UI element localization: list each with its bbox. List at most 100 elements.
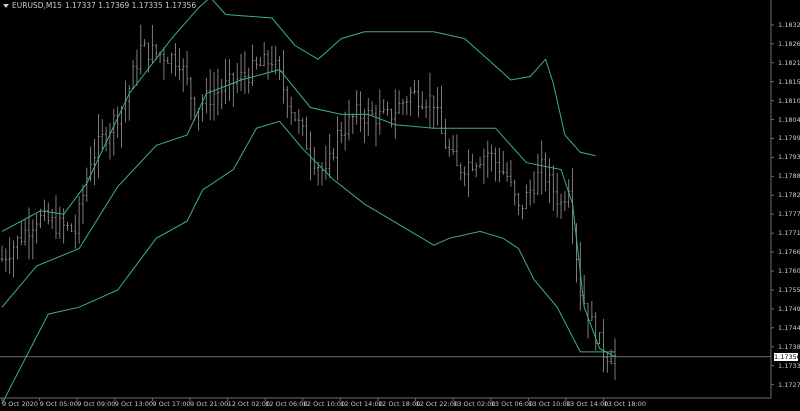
price-bar — [590, 301, 594, 321]
price-bar — [525, 184, 528, 210]
price-bar — [262, 41, 266, 67]
time-tick-label: 12 Oct 18:00 — [378, 400, 421, 408]
price-tick-label: 1.17770 — [778, 210, 800, 219]
price-bar — [116, 106, 119, 138]
price-bar — [54, 195, 58, 239]
price-bar — [548, 158, 551, 203]
price-bar — [16, 235, 19, 260]
price-bar — [293, 111, 297, 122]
price-tick-label: 1.17935 — [778, 153, 800, 162]
time-tick-label: 13 Oct 18:00 — [603, 400, 646, 408]
price-bar — [224, 58, 227, 105]
price-bar — [544, 152, 547, 192]
time-tick-label: 12 Oct 22:00 — [415, 400, 458, 408]
price-bar — [336, 116, 339, 181]
price-bar — [509, 159, 513, 187]
price-bar — [47, 202, 50, 225]
time-tick-label: 12 Oct 06:00 — [265, 400, 308, 408]
chart-window[interactable]: EURUSD,M15 1.17337 1.17369 1.17335 1.173… — [0, 0, 800, 411]
price-bar — [255, 56, 258, 70]
price-bar — [390, 108, 393, 128]
price-bar — [467, 149, 470, 198]
price-bar — [228, 59, 231, 101]
time-tick-label: 9 Oct 05:00 — [39, 400, 78, 408]
price-bar — [77, 196, 81, 244]
price-tick-label: 1.17275 — [778, 380, 800, 389]
price-bar — [97, 114, 100, 179]
price-bar — [606, 351, 609, 373]
price-bar — [448, 138, 451, 157]
price-bar — [35, 213, 38, 244]
price-bar — [305, 116, 308, 150]
price-bar — [602, 318, 605, 373]
price-bar — [532, 171, 536, 204]
time-tick-label: 9 Oct 17:00 — [152, 400, 191, 408]
price-bar — [343, 111, 347, 151]
price-bar — [478, 156, 482, 169]
price-bar — [374, 104, 378, 147]
price-tick-label: 1.17495 — [778, 304, 800, 313]
price-bar — [494, 147, 497, 182]
price-chart[interactable] — [0, 0, 800, 411]
price-bar — [166, 56, 169, 65]
price-bar — [451, 135, 455, 156]
time-tick-label: 13 Oct 10:00 — [528, 400, 571, 408]
price-bar — [486, 140, 489, 178]
price-bar — [112, 108, 116, 156]
price-bar — [598, 332, 601, 345]
time-tick-label: 13 Oct 06:00 — [490, 400, 534, 408]
price-bar — [513, 179, 516, 206]
price-bar — [613, 338, 617, 381]
price-bar — [332, 148, 335, 161]
price-bar — [182, 58, 185, 92]
price-bar — [135, 49, 139, 86]
price-bar — [297, 108, 301, 134]
price-bar — [301, 117, 304, 136]
price-bar — [278, 56, 281, 81]
price-bar — [170, 52, 173, 74]
price-bar — [463, 166, 466, 187]
price-bar — [340, 121, 343, 144]
price-bar — [440, 85, 443, 135]
price-tick-label: 1.17990 — [778, 134, 800, 143]
price-bar — [232, 72, 235, 107]
time-tick-label: 13 Oct 14:00 — [566, 400, 609, 408]
price-bar — [498, 147, 501, 183]
price-bar — [286, 85, 289, 119]
time-tick-label: 12 Oct 02:00 — [227, 400, 270, 408]
price-bar — [23, 218, 27, 246]
collapse-triangle-icon[interactable] — [3, 3, 9, 8]
price-bar — [324, 145, 328, 180]
price-bar — [216, 68, 220, 116]
price-bar — [555, 172, 559, 218]
price-bar — [475, 162, 478, 178]
symbol-header: EURUSD,M15 1.17337 1.17369 1.17335 1.173… — [3, 1, 196, 10]
price-bar — [31, 219, 35, 260]
price-bar — [355, 90, 358, 125]
price-tick-label: 1.18155 — [778, 77, 800, 86]
price-bar — [266, 49, 270, 80]
price-bar — [282, 50, 285, 104]
price-tick-label: 1.18100 — [778, 96, 800, 105]
price-bar — [74, 214, 77, 249]
price-bar — [432, 95, 435, 128]
time-tick-label: 12 Oct 10:00 — [302, 400, 346, 408]
time-tick-label: 12 Oct 14:00 — [340, 400, 383, 408]
price-bar — [247, 67, 250, 94]
price-bar — [201, 94, 204, 122]
price-tick-label: 1.17660 — [778, 248, 800, 257]
price-bar — [12, 240, 15, 278]
axis-layer — [0, 0, 774, 401]
price-bar — [378, 89, 382, 135]
price-bar — [424, 99, 428, 118]
price-bar — [401, 98, 405, 116]
price-bar — [501, 150, 505, 175]
price-bar — [517, 192, 520, 216]
price-bar — [131, 60, 135, 89]
price-bar — [521, 205, 524, 220]
price-bar — [185, 51, 189, 86]
price-bar — [143, 39, 146, 47]
price-bar — [189, 77, 193, 120]
price-bar — [251, 44, 254, 87]
time-tick-label: 9 Oct 2020 — [2, 400, 39, 408]
